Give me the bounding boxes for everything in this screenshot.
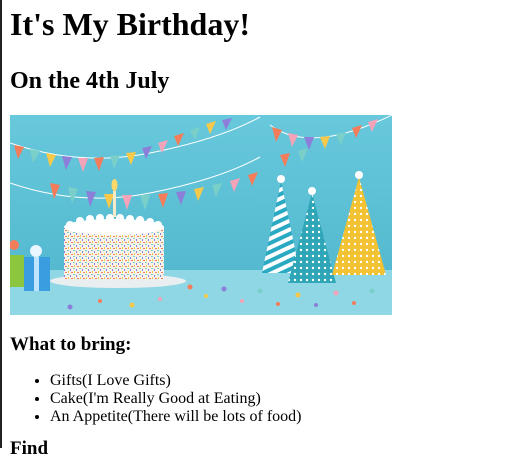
what-to-bring-heading: What to bring: [10,334,132,355]
left-border-line [0,0,2,448]
page-content: It's My Birthday! On the 4th July What t… [10,0,510,460]
bring-list: Gifts(I Love Gifts) Cake(I'm Really Good… [10,372,510,426]
page-title: It's My Birthday! [10,6,250,42]
next-section-heading: Find [10,438,49,459]
list-item: Gifts(I Love Gifts) [50,372,510,390]
list-item: Cake(I'm Really Good at Eating) [50,390,510,408]
page-subtitle: On the 4th July [10,68,170,94]
birthday-cake-image [10,115,392,315]
list-item: An Appetite(There will be lots of food) [50,408,510,426]
